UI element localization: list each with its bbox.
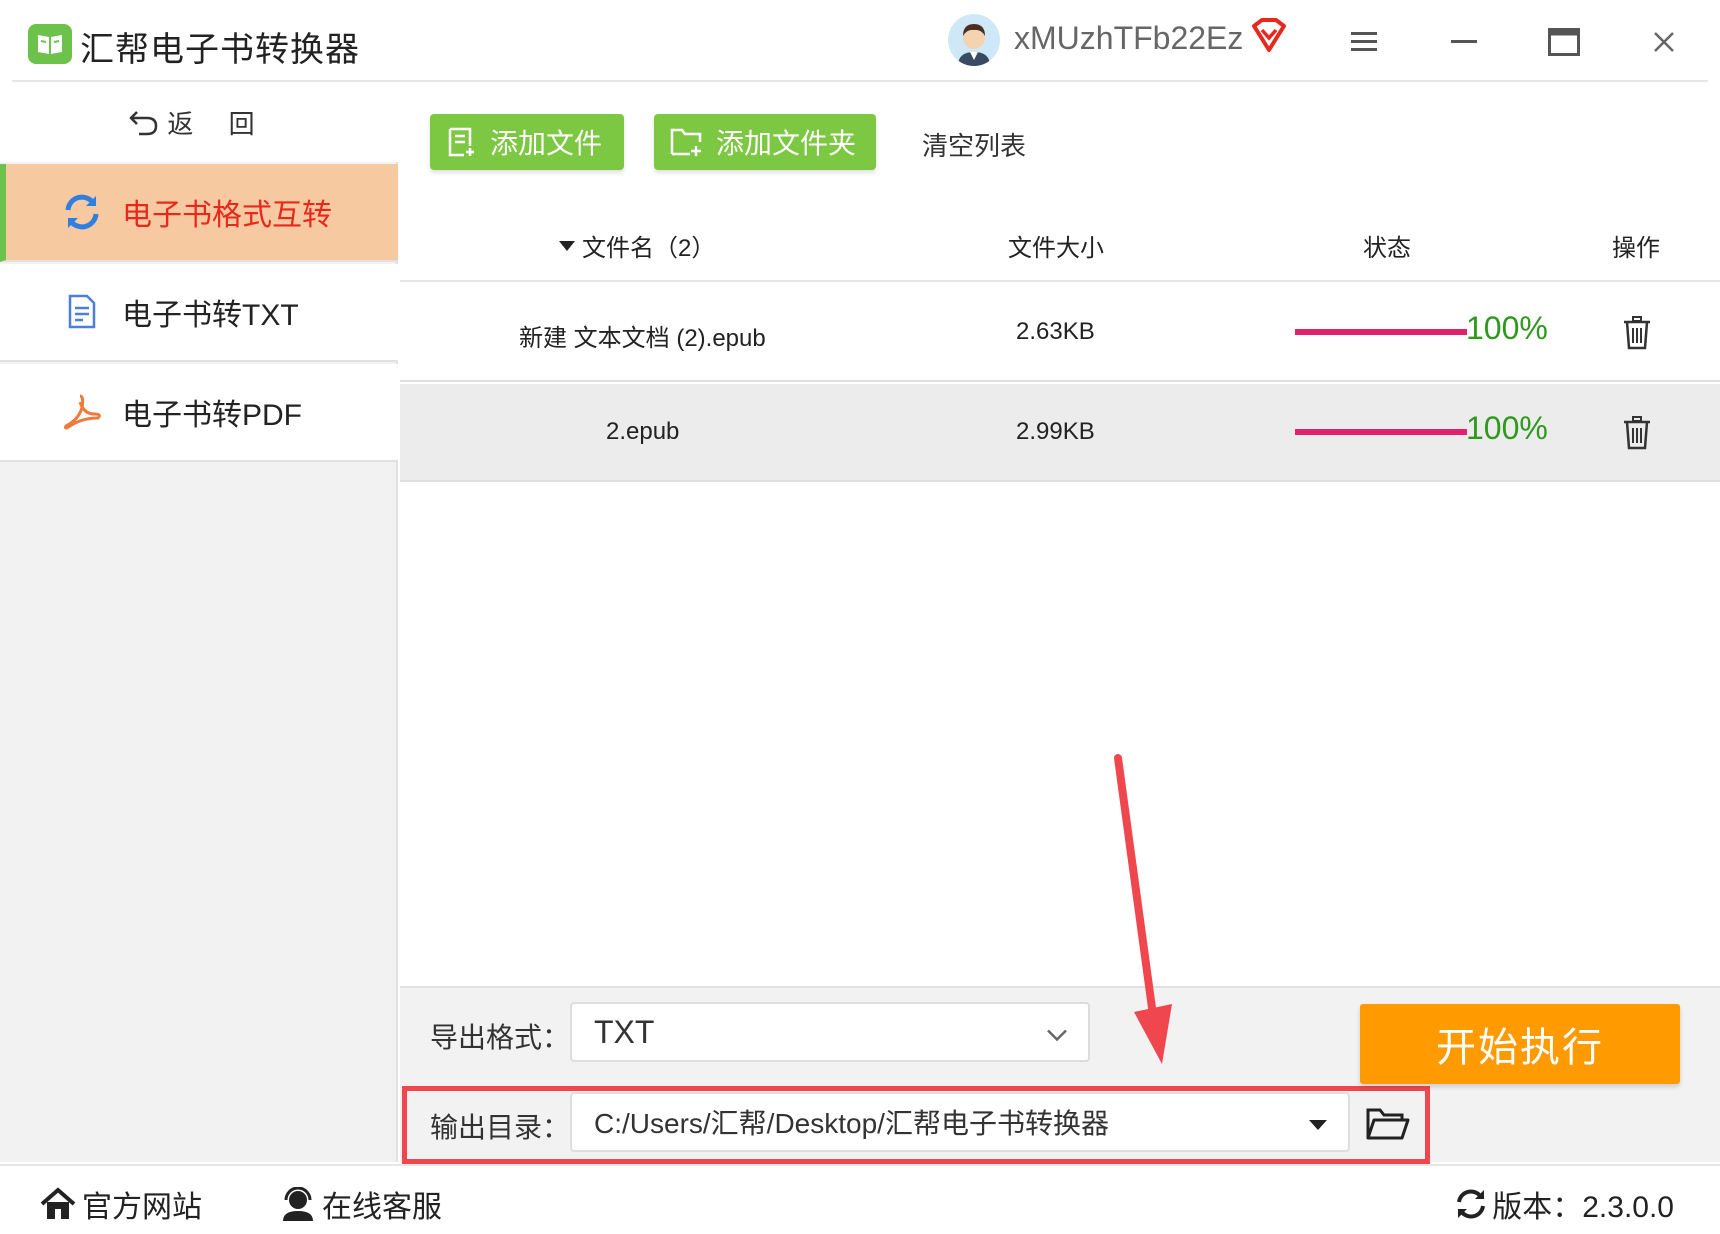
update-icon	[1457, 1189, 1486, 1219]
export-format-value: TXT	[594, 1013, 655, 1050]
title-bar: 汇帮电子书转换器 xMUzhTFb22Ez	[0, 0, 1720, 82]
back-arrow-icon	[129, 111, 158, 136]
app-logo-icon	[28, 24, 72, 64]
maximize-icon[interactable]	[1542, 20, 1586, 64]
file-size: 2.63KB	[1016, 318, 1095, 345]
table-header: 文件名（2） 文件大小 状态 操作	[400, 210, 1720, 282]
version-info: 版本：2.3.0.0	[1454, 1182, 1674, 1226]
headset-icon	[283, 1187, 313, 1221]
app-title: 汇帮电子书转换器	[80, 31, 360, 69]
vip-diamond-icon[interactable]	[1250, 18, 1288, 56]
progress-bar	[1295, 329, 1467, 335]
progress-percent: 100%	[1466, 310, 1548, 346]
progress-bar	[1295, 429, 1467, 435]
delete-icon[interactable]	[1622, 316, 1652, 350]
file-name: 2.epub	[606, 418, 680, 445]
sidebar-item-to-txt[interactable]: 电子书转TXT	[0, 264, 398, 362]
sidebar-item-to-pdf[interactable]: 电子书转PDF	[0, 364, 398, 462]
header-action: 操作	[1612, 235, 1660, 262]
refresh-icon	[62, 192, 102, 232]
add-file-icon	[448, 127, 474, 157]
file-size: 2.99KB	[1016, 418, 1095, 445]
sidebar-item-format-convert[interactable]: 电子书格式互转	[0, 164, 398, 262]
output-dir-select[interactable]: C:/Users/汇帮/Desktop/汇帮电子书转换器	[570, 1092, 1350, 1152]
footer: 官方网站 在线客服 版本：2.3.0.0	[0, 1164, 1720, 1234]
username: xMUzhTFb22Ez	[1014, 20, 1244, 56]
add-file-button[interactable]: 添加文件	[430, 114, 624, 170]
delete-icon[interactable]	[1622, 416, 1652, 450]
sidebar-item-label: 电子书转PDF	[122, 399, 302, 432]
header-size: 文件大小	[1008, 235, 1104, 262]
sort-down-icon	[559, 240, 575, 251]
header-status: 状态	[1363, 235, 1411, 262]
back-label: 返 回	[167, 108, 269, 139]
start-button[interactable]: 开始执行	[1360, 1004, 1680, 1084]
chevron-down-icon	[1046, 1014, 1068, 1051]
sidebar: 返 回 电子书格式互转 电子书转TXT 电子书转PDF	[0, 82, 398, 1162]
close-icon[interactable]	[1642, 20, 1686, 64]
sort-header-filename[interactable]: 文件名（2）	[558, 228, 715, 263]
add-folder-icon	[670, 128, 702, 156]
minimize-icon[interactable]	[1442, 20, 1486, 64]
export-format-select[interactable]: TXT	[570, 1002, 1090, 1062]
clear-list-button[interactable]: 清空列表	[922, 126, 1026, 163]
home-icon	[40, 1187, 76, 1219]
sidebar-item-label: 电子书格式互转	[122, 199, 332, 232]
progress-percent: 100%	[1466, 410, 1548, 446]
export-format-label: 导出格式：	[430, 1022, 571, 1053]
pdf-icon	[62, 392, 102, 432]
online-support-link[interactable]: 在线客服	[280, 1182, 442, 1226]
sidebar-item-label: 电子书转TXT	[122, 299, 299, 332]
document-icon	[62, 292, 102, 332]
back-button[interactable]: 返 回	[0, 82, 398, 162]
output-dir-label: 输出目录：	[430, 1112, 571, 1143]
dropdown-triangle-icon	[1308, 1106, 1328, 1138]
menu-icon[interactable]	[1342, 20, 1386, 64]
table-row[interactable]: 新建 文本文档 (2).epub 2.63KB 100%	[400, 284, 1720, 382]
table-row[interactable]: 2.epub 2.99KB 100%	[400, 384, 1720, 482]
output-dir-value: C:/Users/汇帮/Desktop/汇帮电子书转换器	[594, 1108, 1109, 1139]
website-link[interactable]: 官方网站	[40, 1182, 202, 1226]
file-name: 新建 文本文档 (2).epub	[519, 325, 766, 352]
user-avatar[interactable]	[948, 14, 1000, 66]
add-folder-button[interactable]: 添加文件夹	[654, 114, 876, 170]
open-folder-icon[interactable]	[1364, 1104, 1410, 1146]
